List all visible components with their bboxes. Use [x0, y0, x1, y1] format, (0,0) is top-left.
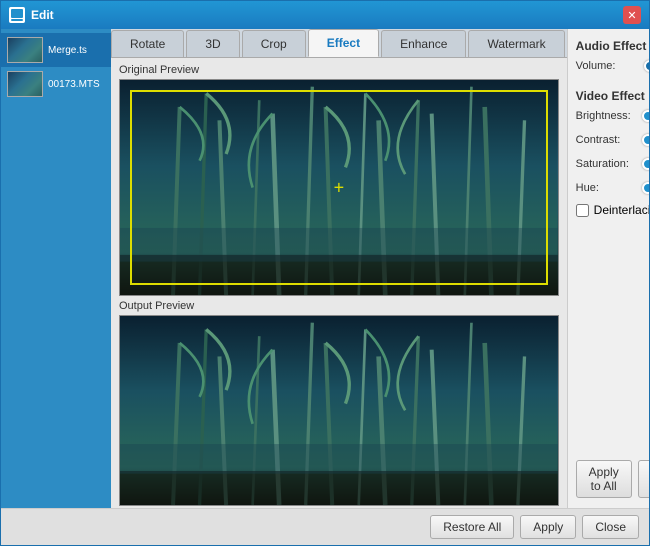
bottom-bar: Restore All Apply Close [1, 508, 649, 545]
video-effect-section: Video Effect Brightness: ▲ ▼ [576, 89, 649, 217]
title-bar: Edit ✕ [1, 1, 649, 29]
saturation-label: Saturation: [576, 158, 641, 170]
contrast-slider[interactable] [645, 138, 649, 142]
volume-label: Volume: [576, 60, 641, 72]
tabs-bar: Rotate 3D Crop Effect Enhance Watermark [111, 29, 567, 58]
deinterlacing-checkbox[interactable] [576, 204, 589, 217]
video-effect-title: Video Effect [576, 89, 649, 103]
tab-crop[interactable]: Crop [242, 30, 306, 57]
brightness-row: Brightness: ▲ ▼ [576, 107, 649, 125]
main-content: Merge.ts 00173.MTS Rotate 3D Crop Effect… [1, 29, 649, 508]
sidebar-item-merge[interactable]: Merge.ts [1, 33, 111, 67]
contrast-label: Contrast: [576, 134, 641, 146]
video-area: Original Preview [111, 58, 567, 508]
left-sidebar: Merge.ts 00173.MTS [1, 29, 111, 508]
restore-defaults-button[interactable]: Restore Defaults [638, 460, 649, 498]
sidebar-label-merge: Merge.ts [48, 45, 87, 56]
contrast-thumb [642, 134, 649, 146]
audio-effect-title: Audio Effect [576, 39, 649, 53]
window-icon [9, 7, 25, 23]
center-panel: Rotate 3D Crop Effect Enhance Watermark … [111, 29, 567, 508]
brightness-thumb [642, 110, 649, 122]
output-preview-video [119, 315, 559, 506]
sidebar-thumb-img-file [8, 72, 42, 96]
audio-effect-section: Audio Effect Volume: 100% ▲ ▼ [576, 39, 649, 81]
original-preview-section: Original Preview [119, 64, 559, 296]
output-preview-section: Output Preview [119, 300, 559, 506]
sidebar-thumb-merge [7, 37, 43, 63]
sidebar-thumb-file [7, 71, 43, 97]
tab-effect[interactable]: Effect [308, 29, 379, 57]
saturation-thumb [642, 158, 649, 170]
volume-row: Volume: 100% ▲ ▼ [576, 57, 649, 75]
original-preview-label: Original Preview [119, 64, 559, 76]
original-video-svg [120, 80, 558, 295]
hue-label: Hue: [576, 182, 641, 194]
saturation-slider[interactable] [645, 162, 649, 166]
sidebar-label-file: 00173.MTS [48, 79, 100, 90]
window-title: Edit [31, 8, 623, 22]
deinterlacing-label: Deinterlacing [594, 203, 649, 217]
action-buttons-top: Apply to All Restore Defaults [576, 460, 649, 498]
hue-slider[interactable] [645, 186, 649, 190]
tab-enhance[interactable]: Enhance [381, 30, 466, 57]
brightness-label: Brightness: [576, 110, 641, 122]
sidebar-thumb-img-merge [8, 38, 42, 62]
tab-watermark[interactable]: Watermark [468, 30, 564, 57]
hue-thumb [642, 182, 649, 194]
output-video-svg [120, 316, 558, 505]
tab-rotate[interactable]: Rotate [111, 30, 184, 57]
close-icon[interactable]: ✕ [623, 6, 641, 24]
restore-all-button[interactable]: Restore All [430, 515, 514, 539]
contrast-row: Contrast: ▲ ▼ [576, 131, 649, 149]
brightness-slider[interactable] [645, 114, 649, 118]
sidebar-item-file[interactable]: 00173.MTS [1, 67, 111, 101]
hue-row: Hue: ▲ ▼ [576, 179, 649, 197]
edit-window: Edit ✕ Merge.ts 00173.MTS Rotate [0, 0, 650, 546]
apply-button[interactable]: Apply [520, 515, 576, 539]
original-preview-video: + [119, 79, 559, 296]
output-video-content [120, 316, 558, 505]
output-preview-label: Output Preview [119, 300, 559, 312]
right-panel: Audio Effect Volume: 100% ▲ ▼ Video Ef [567, 29, 649, 508]
saturation-row: Saturation: ▲ ▼ [576, 155, 649, 173]
apply-to-all-button[interactable]: Apply to All [576, 460, 632, 498]
deinterlacing-row: Deinterlacing [576, 203, 649, 217]
volume-track-thumb [644, 60, 649, 72]
original-video-content: + [120, 80, 558, 295]
volume-track[interactable] [645, 64, 649, 68]
close-button[interactable]: Close [582, 515, 639, 539]
tab-3d[interactable]: 3D [186, 30, 239, 57]
